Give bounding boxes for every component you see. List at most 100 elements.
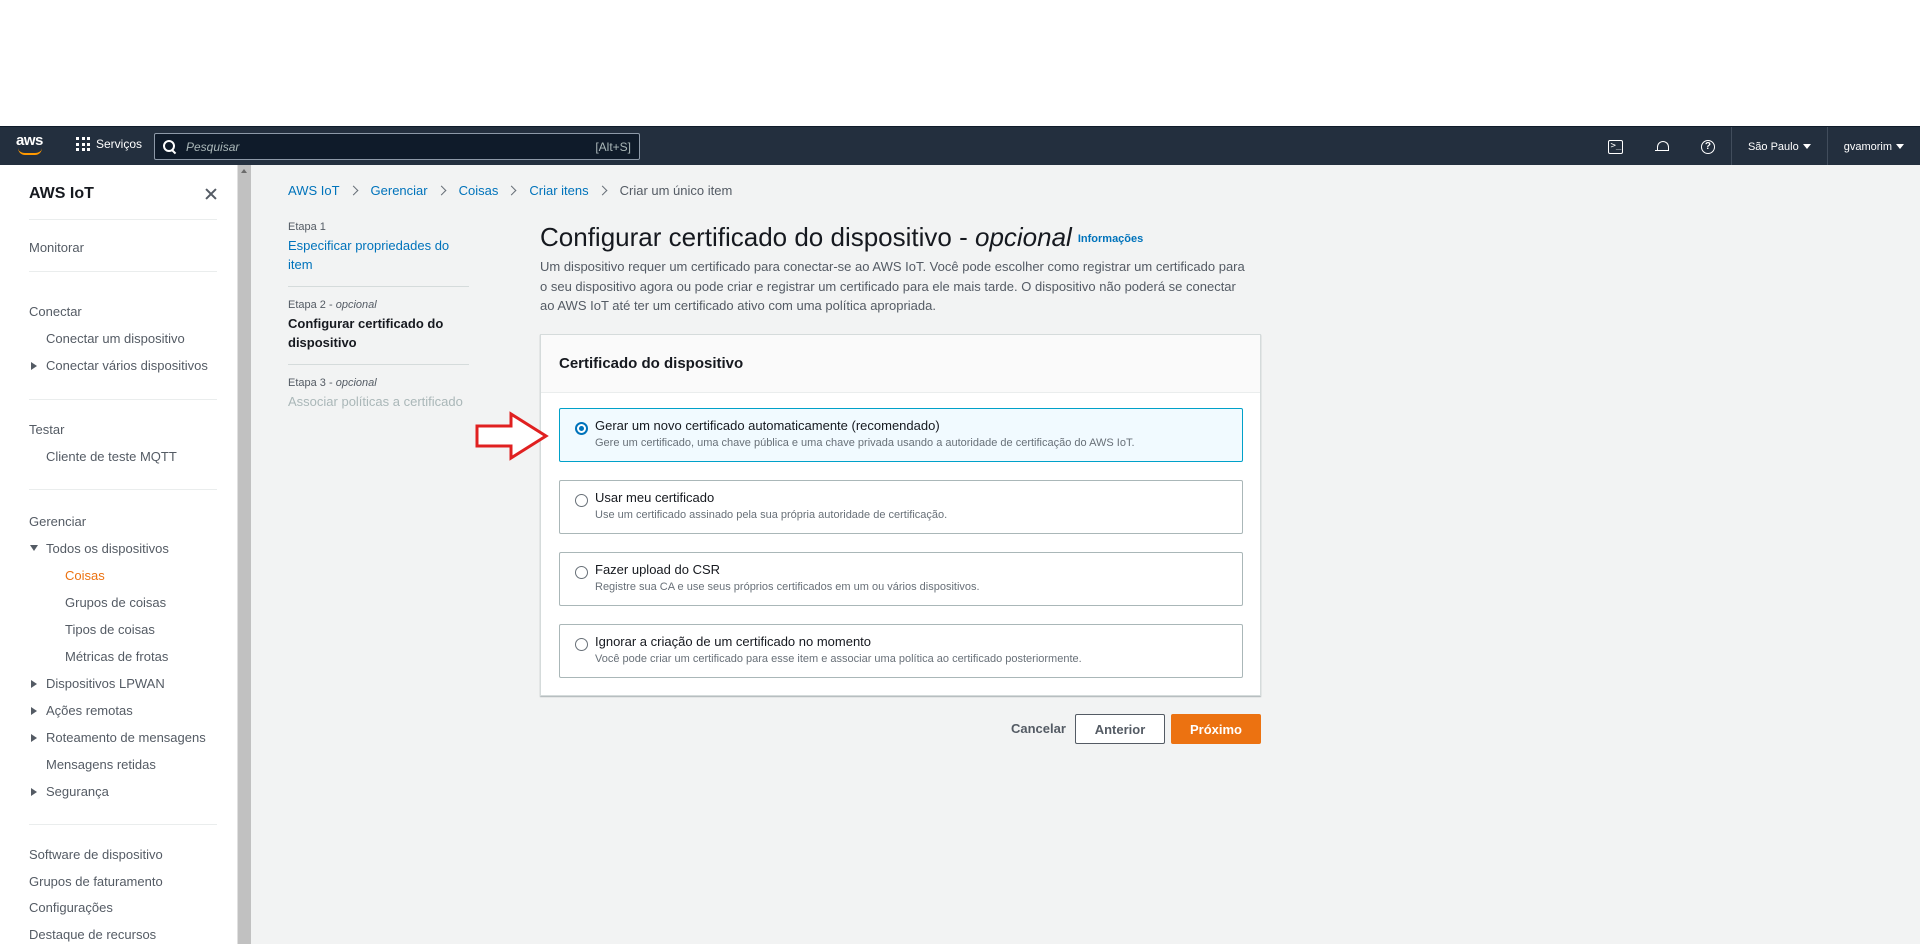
step-1: Etapa 1 Especificar propriedades do item [288,221,469,286]
divider [29,399,217,400]
sidebar-item-thing-types[interactable]: Tipos de coisas [65,622,155,637]
sidebar-title[interactable]: AWS IoT [29,185,94,203]
option-skip-certificate[interactable]: Ignorar a criação de um certificado no m… [559,624,1243,678]
sidebar-item-connect-many[interactable]: Conectar vários dispositivos [46,358,208,373]
sidebar-item-billing-groups[interactable]: Grupos de faturamento [29,874,163,889]
page-title-optional: opcional [974,222,1072,252]
scroll-up-icon[interactable] [241,169,247,173]
help-icon: ? [1700,139,1715,154]
caret-right-icon[interactable] [31,362,37,370]
radio-icon[interactable] [575,566,588,579]
help-button[interactable]: ? [1685,127,1731,166]
main-content: AWS IoT Gerenciar Coisas Criar itens Cri… [251,165,1920,944]
chevron-right-icon [506,185,517,196]
breadcrumb: AWS IoT Gerenciar Coisas Criar itens Cri… [288,183,732,198]
sidebar-item-connect-device[interactable]: Conectar um dispositivo [46,331,185,346]
device-certificate-panel: Certificado do dispositivo Gerar um novo… [540,334,1261,696]
account-menu[interactable]: gvamorim [1826,127,1920,166]
option-title: Gerar um novo certificado automaticament… [595,418,940,433]
panel-title: Certificado do dispositivo [541,335,1260,393]
page-description: Um dispositivo requer um certificado par… [540,259,1245,313]
chevron-right-icon [597,185,608,196]
option-description: Você pode criar um certificado para esse… [595,653,1082,665]
next-button[interactable]: Próximo [1171,714,1261,744]
caret-down-icon[interactable] [30,545,38,551]
divider [29,489,217,490]
sidebar-section-test: Testar [29,422,65,437]
sidebar-item-device-software[interactable]: Software de dispositivo [29,847,163,862]
radio-selected-icon[interactable] [575,422,588,435]
side-navigation: AWS IoT Monitorar Conectar Conectar um d… [0,165,237,944]
sidebar-section-manage: Gerenciar [29,514,87,529]
option-use-my-certificate[interactable]: Usar meu certificado Use um certificado … [559,480,1243,534]
region-label: São Paulo [1747,140,1799,153]
caret-right-icon[interactable] [31,788,37,796]
sidebar-item-feature-spotlight[interactable]: Destaque de recursos [29,927,156,942]
sidebar-item-security[interactable]: Segurança [46,784,109,799]
sidebar-item-retained-messages[interactable]: Mensagens retidas [46,757,156,772]
wizard-steps: Etapa 1 Especificar propriedades do item… [288,221,469,411]
caret-down-icon [1896,144,1904,149]
caret-right-icon[interactable] [31,707,37,715]
breadcrumb-things[interactable]: Coisas [459,183,499,198]
step-2-label: Etapa 2 - opcional [288,299,377,311]
cloudshell-button[interactable]: >_ [1593,127,1639,166]
annotation-arrow-icon [475,411,549,461]
sidebar-item-lpwan[interactable]: Dispositivos LPWAN [46,676,165,691]
caret-right-icon[interactable] [31,680,37,688]
services-label: Serviços [96,137,143,151]
step-3-label: Etapa 3 - opcional [288,377,377,389]
sidebar-item-remote-actions[interactable]: Ações remotas [46,703,133,718]
chevron-right-icon [348,185,358,196]
page-title: Configurar certificado do dispositivo - … [540,222,1144,252]
divider [29,219,217,220]
bell-icon [1654,140,1669,153]
navbar-right: >_ ? São Paulo gvamorim [1593,127,1920,166]
blank-top-area [0,0,1920,126]
previous-button[interactable]: Anterior [1075,714,1165,744]
radio-icon[interactable] [575,638,588,651]
step-1-link[interactable]: Especificar propriedades do item [288,236,469,274]
sidebar-item-fleet-metrics[interactable]: Métricas de frotas [65,649,168,664]
option-description: Gere um certificado, uma chave pública e… [595,437,1135,449]
services-menu-button[interactable]: Serviços [76,137,142,151]
caret-right-icon[interactable] [31,734,37,742]
search-input[interactable] [186,139,596,154]
aws-smile-icon [18,148,42,155]
account-label: gvamorim [1843,140,1892,153]
step-2-title: Configurar certificado do dispositivo [288,316,444,350]
notifications-button[interactable] [1639,127,1685,166]
breadcrumb-current: Criar um único item [619,183,733,198]
sidebar-item-all-devices[interactable]: Todos os dispositivos [46,541,169,556]
sidebar-item-monitor[interactable]: Monitorar [29,240,84,255]
sidebar-section-connect: Conectar [29,304,82,319]
option-title: Fazer upload do CSR [595,562,721,577]
top-navbar: aws Serviços [Alt+S] >_ ? São Paulo gvam… [0,126,1920,166]
sidebar-scrollbar[interactable] [237,165,251,944]
caret-down-icon [1802,144,1811,149]
close-icon[interactable] [199,182,223,206]
search-shortcut-hint: [Alt+S] [595,139,631,154]
sidebar-item-settings[interactable]: Configurações [29,900,113,915]
option-auto-generate-certificate[interactable]: Gerar um novo certificado automaticament… [559,408,1243,462]
sidebar-item-things[interactable]: Coisas [65,568,105,583]
radio-icon[interactable] [575,494,588,507]
step-2: Etapa 2 - opcional Configurar certificad… [288,287,469,364]
region-selector[interactable]: São Paulo [1730,127,1827,166]
search-bar[interactable]: [Alt+S] [154,133,640,160]
info-link[interactable]: Informações [1078,233,1143,245]
sidebar-item-mqtt-client[interactable]: Cliente de teste MQTT [46,449,177,464]
option-description: Use um certificado assinado pela sua pró… [595,509,948,521]
sidebar-item-message-routing[interactable]: Roteamento de mensagens [46,730,206,745]
step-3: Etapa 3 - opcional Associar políticas a … [288,365,469,411]
option-upload-csr[interactable]: Fazer upload do CSR Registre sua CA e us… [559,552,1243,606]
breadcrumb-manage[interactable]: Gerenciar [371,183,428,198]
option-title: Usar meu certificado [595,490,715,505]
aws-logo[interactable]: aws [16,133,46,159]
step-1-label: Etapa 1 [288,221,326,233]
sidebar-item-thing-groups[interactable]: Grupos de coisas [65,595,166,610]
breadcrumb-aws-iot[interactable]: AWS IoT [288,183,340,198]
aws-logo-text: aws [16,132,43,149]
breadcrumb-create-things[interactable]: Criar itens [529,183,588,198]
cancel-button[interactable]: Cancelar [991,714,1086,744]
